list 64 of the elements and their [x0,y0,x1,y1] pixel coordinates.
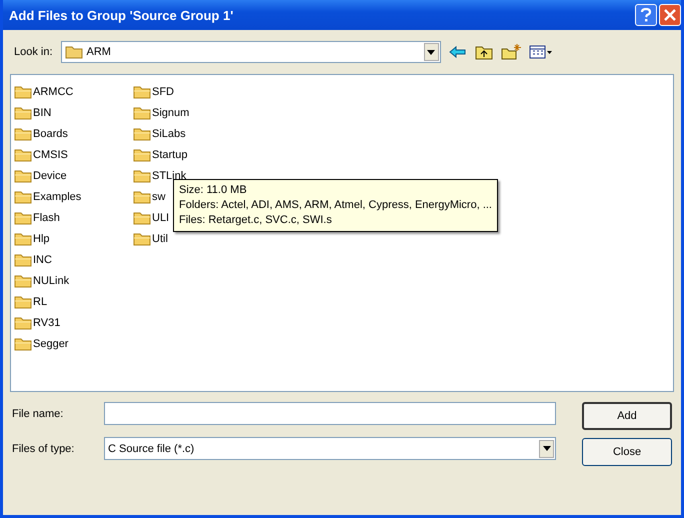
folder-item[interactable]: Boards [14,125,70,142]
folder-icon [14,168,32,182]
question-mark-icon [640,8,652,22]
folder-item[interactable]: RL [14,293,50,310]
folder-item[interactable]: INC [14,251,54,268]
folder-item[interactable]: Startup [133,146,190,163]
tooltip-text: Size: 11.0 MB [179,183,248,198]
close-icon [664,9,676,21]
folder-icon [133,84,151,98]
folder-icon [133,190,151,204]
look-in-dropdown[interactable]: ARM [60,41,441,63]
folder-item[interactable]: Util [133,230,170,247]
look-in-label: Look in: [14,46,53,58]
folder-icon [14,294,32,308]
folder-item[interactable]: NULink [14,272,72,289]
folder-icon [14,84,32,98]
up-folder-icon[interactable] [474,44,493,60]
file-type-dropdown[interactable]: C Source file (*.c) [104,437,556,460]
folder-icon [133,168,151,182]
folder-item[interactable]: CMSIS [14,146,70,163]
view-menu-icon[interactable] [528,45,553,59]
close-button[interactable]: Close [582,438,672,466]
folder-icon [14,252,32,266]
folder-icon [133,106,151,120]
folder-item[interactable]: SiLabs [133,125,188,142]
folder-icon [14,148,32,162]
tooltip-text: Folders: Actel, ADI, AMS, ARM, Atmel, Cypress, EnergyMicro, ... [179,198,492,213]
close-button[interactable] [659,4,681,26]
folder-icon [14,232,32,246]
folder-item[interactable]: STLink [133,167,188,184]
look-in-value: ARM [86,46,112,58]
new-folder-icon[interactable] [500,44,521,60]
folder-item[interactable]: sw [133,188,168,205]
folder-item[interactable]: Signum [133,104,192,121]
folder-icon [133,148,151,162]
file-name-field[interactable] [104,402,556,425]
file-type-label: Files of type: [11,442,76,454]
add-button[interactable]: Add [582,402,672,430]
folder-item[interactable]: Examples [14,188,84,205]
tooltip-text: Files: Retarget.c, SVC.c, SWI.s [179,213,333,228]
folder-icon [14,316,32,330]
back-arrow-icon[interactable] [448,45,467,59]
folder-icon [14,274,32,288]
folder-item[interactable]: BIN [14,104,54,121]
folder-item[interactable]: Flash [14,209,62,226]
folder-icon [14,190,32,204]
folder-icon [133,210,151,224]
folder-item[interactable]: ULI [133,209,172,226]
folder-item[interactable]: Device [14,167,69,184]
folder-icon [14,336,32,350]
folder-icon [14,210,32,224]
folder-item[interactable]: ARMCC [14,83,76,100]
folder-item[interactable]: Hlp [14,230,52,247]
folder-item[interactable]: RV31 [14,314,62,331]
help-button[interactable] [635,4,657,26]
folder-icon [14,106,32,120]
window-title: Add Files to Group 'Source Group 1' [9,8,234,22]
folder-icon [64,45,83,59]
file-name-label: File name: [11,408,64,420]
folder-item[interactable]: Segger [14,335,70,352]
folder-icon [133,232,151,246]
folder-item[interactable]: SFD [133,83,176,100]
folder-icon [133,126,151,140]
folder-icon [14,126,32,140]
